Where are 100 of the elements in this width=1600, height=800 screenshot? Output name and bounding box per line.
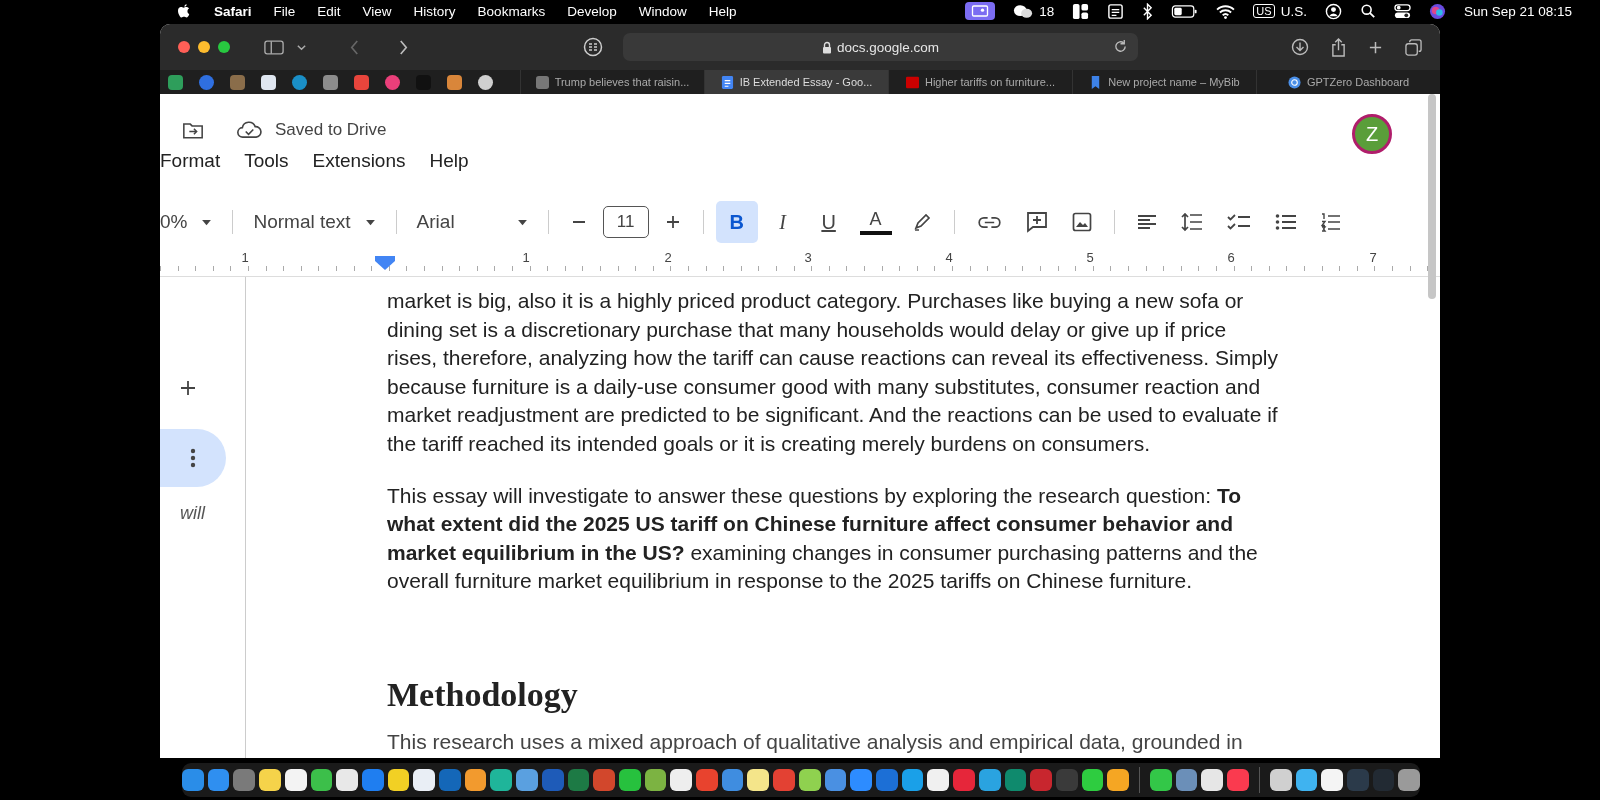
- app-icon[interactable]: [901, 769, 924, 791]
- forward-icon[interactable]: [398, 38, 409, 56]
- reader-icon[interactable]: [583, 37, 603, 57]
- caret-icon: [516, 218, 528, 226]
- app-icon[interactable]: [978, 769, 1001, 791]
- menu-item[interactable]: Extensions: [312, 150, 406, 172]
- line-spacing-icon[interactable]: [1180, 212, 1203, 232]
- app-icon[interactable]: [259, 769, 281, 791]
- menu-item[interactable]: Develop: [567, 3, 617, 19]
- app-icon[interactable]: [284, 769, 307, 791]
- app-icon[interactable]: [670, 769, 693, 791]
- pinned-tab[interactable]: [478, 74, 493, 90]
- checklist-icon[interactable]: [1226, 213, 1251, 231]
- font-size-field[interactable]: 11: [602, 206, 649, 238]
- user-icon[interactable]: [1324, 2, 1342, 20]
- plus-icon: [179, 379, 197, 397]
- menu-item[interactable]: View: [362, 3, 392, 19]
- app-icon[interactable]: [1398, 769, 1420, 791]
- app-icon[interactable]: [1107, 769, 1129, 791]
- scrollbar[interactable]: [1428, 94, 1436, 299]
- app-icon[interactable]: [644, 769, 667, 791]
- new-tab-icon[interactable]: [1368, 39, 1383, 55]
- app-icon[interactable]: [387, 769, 410, 791]
- apple-logo-icon[interactable]: [176, 2, 192, 20]
- indent-marker-icon[interactable]: [375, 256, 395, 270]
- minimize-button[interactable]: [198, 41, 210, 53]
- link-icon[interactable]: [976, 214, 1002, 230]
- tab-overview-icon[interactable]: [1405, 38, 1422, 56]
- app-icon[interactable]: [464, 769, 487, 791]
- ruler-number: 6: [1227, 250, 1235, 265]
- menu-item[interactable]: Bookmarks: [477, 3, 546, 19]
- app-icon[interactable]: [1295, 769, 1318, 791]
- pinned-tab[interactable]: [447, 74, 462, 90]
- zoom-dropdown[interactable]: 0%: [160, 207, 223, 237]
- input-badge[interactable]: US: [1253, 4, 1275, 18]
- app-icon[interactable]: [618, 769, 641, 791]
- app-icon[interactable]: [927, 769, 950, 791]
- address-field[interactable]: docs.google.com: [623, 33, 1138, 61]
- menu-item[interactable]: History: [413, 3, 456, 19]
- input-source[interactable]: U.S.: [1280, 3, 1307, 19]
- browser-tab[interactable]: Higher tariffs on furniture...: [888, 70, 1072, 94]
- pinned-tab[interactable]: [261, 74, 276, 90]
- document-icon[interactable]: [1107, 2, 1125, 20]
- text-color-button[interactable]: A: [859, 209, 892, 235]
- underline-button[interactable]: U: [807, 201, 850, 243]
- browser-tab[interactable]: IB Extended Essay - Goo...: [704, 70, 888, 94]
- battery-icon[interactable]: [1171, 4, 1199, 18]
- app-icon[interactable]: [1321, 769, 1343, 791]
- ruler-number: 2: [664, 250, 672, 265]
- app-icon[interactable]: [413, 769, 436, 791]
- sidebar-icon[interactable]: [264, 38, 284, 56]
- italic-button[interactable]: I: [761, 201, 804, 243]
- share-icon[interactable]: [1331, 37, 1346, 57]
- ruler-number: 5: [1086, 250, 1094, 265]
- app-icon[interactable]: [516, 769, 538, 791]
- app-icon[interactable]: [747, 769, 770, 791]
- plus-icon[interactable]: [664, 214, 681, 230]
- bold-button[interactable]: B: [715, 201, 758, 243]
- browser-tab[interactable]: New project name – MyBib: [1072, 70, 1256, 94]
- app-icon[interactable]: [310, 769, 333, 791]
- control-center-icon[interactable]: [1393, 2, 1411, 20]
- bluetooth-icon[interactable]: [1142, 2, 1154, 20]
- menu-item[interactable]: Format: [160, 150, 221, 172]
- menu-item[interactable]: File: [273, 3, 296, 19]
- app-icon[interactable]: [336, 769, 358, 791]
- screen-share-icon[interactable]: [965, 2, 996, 20]
- move-folder-icon[interactable]: [182, 120, 204, 140]
- wifi-icon[interactable]: [1216, 3, 1236, 19]
- app-menu[interactable]: Safari: [214, 3, 252, 19]
- siri-icon[interactable]: [1428, 2, 1446, 20]
- lock-icon: [821, 40, 832, 54]
- search-icon[interactable]: [1359, 3, 1376, 19]
- chat-icon[interactable]: [1013, 2, 1034, 20]
- app-icon[interactable]: [1150, 769, 1172, 791]
- add-comment-icon[interactable]: [1025, 211, 1048, 233]
- app-icon[interactable]: [798, 769, 821, 791]
- app-icon[interactable]: [1201, 769, 1224, 791]
- menu-item[interactable]: Help: [708, 3, 737, 19]
- app-icon[interactable]: [1269, 769, 1292, 791]
- ruler-number: 7: [1369, 250, 1377, 265]
- numbered-list-icon[interactable]: [1320, 212, 1341, 232]
- close-button[interactable]: [178, 41, 190, 53]
- menu-item[interactable]: Window: [638, 3, 687, 19]
- app-icon[interactable]: [490, 769, 513, 791]
- zoom-button[interactable]: [218, 41, 230, 53]
- app-icon[interactable]: [1081, 769, 1104, 791]
- menu-item[interactable]: Tools: [244, 150, 289, 172]
- menu-item[interactable]: Edit: [317, 3, 341, 19]
- favicon-icon: [535, 75, 549, 89]
- clock[interactable]: Sun Sep 21 08:15: [1463, 3, 1572, 19]
- browser-tab[interactable]: GPTZero Dashboard: [1256, 70, 1440, 94]
- font-dropdown[interactable]: Arial: [406, 207, 538, 237]
- layout-icon[interactable]: [1072, 2, 1090, 20]
- style-dropdown[interactable]: Normal text: [243, 207, 386, 237]
- menu-item[interactable]: Help: [429, 150, 469, 172]
- bulleted-list-icon[interactable]: [1274, 213, 1297, 231]
- download-icon[interactable]: [1291, 38, 1309, 56]
- image-icon[interactable]: [1071, 212, 1092, 232]
- reload-icon[interactable]: [1113, 39, 1128, 54]
- align-icon[interactable]: [1136, 214, 1157, 230]
